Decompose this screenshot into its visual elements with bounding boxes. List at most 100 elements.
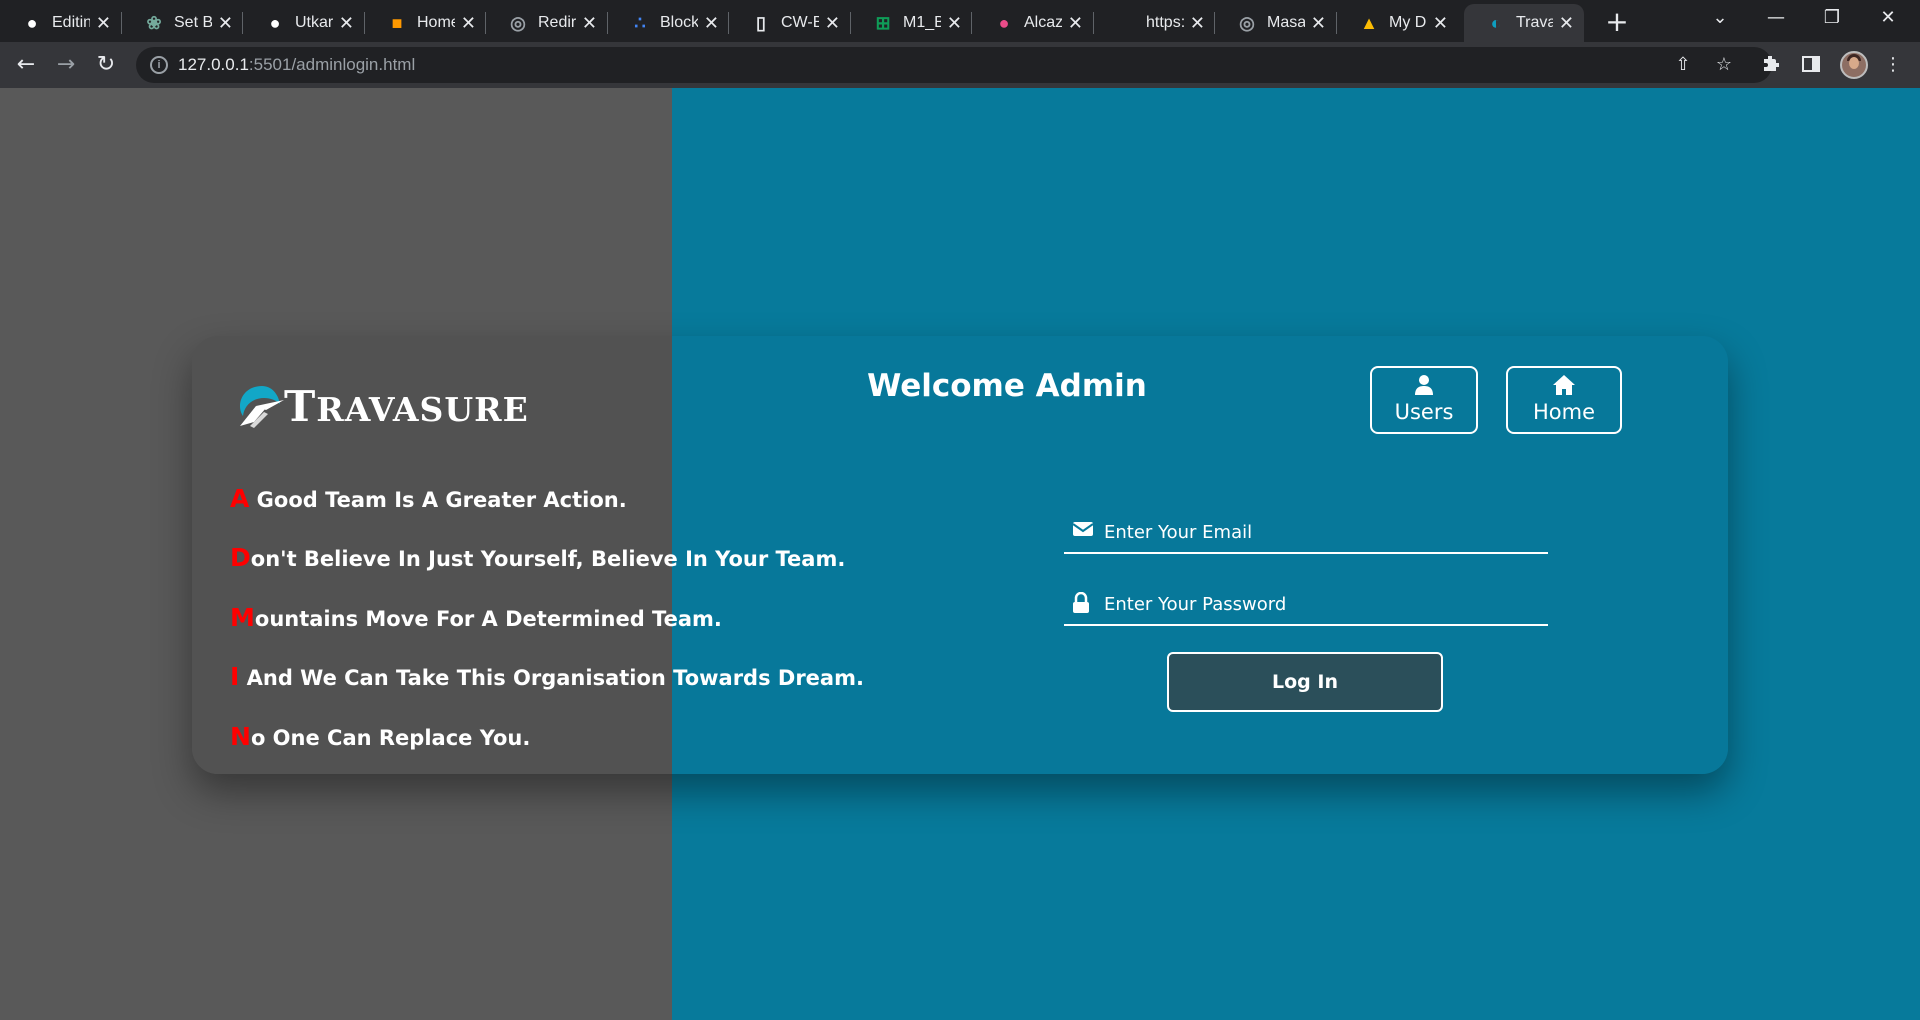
- tab-close-icon[interactable]: ✕: [1184, 13, 1205, 34]
- tab-title: https:: [1146, 14, 1184, 31]
- page-title: Welcome Admin: [867, 368, 1147, 404]
- logo-wordmark: TRAVASURE: [284, 382, 529, 431]
- browser-tab[interactable]: ∴ Block ✕: [608, 4, 729, 42]
- chatgpt-icon: ❀: [146, 12, 162, 33]
- password-field: [1064, 586, 1548, 626]
- tab-close-icon[interactable]: ✕: [455, 13, 476, 34]
- close-window-button[interactable]: ✕: [1862, 0, 1914, 38]
- github-icon: ●: [269, 12, 281, 33]
- globe-icon: ◎: [510, 12, 526, 33]
- bookmark-star-icon[interactable]: ☆: [1713, 55, 1735, 77]
- tab-title: Utkar: [295, 14, 333, 31]
- browser-tab[interactable]: ● Editing✕: [0, 4, 121, 42]
- home-nav-button[interactable]: Home: [1506, 366, 1622, 434]
- tab-close-icon[interactable]: ✕: [333, 13, 354, 34]
- link-icon: ∴: [634, 12, 646, 33]
- users-nav-label: Users: [1394, 400, 1454, 424]
- home-icon: [1508, 374, 1620, 398]
- browser-tab[interactable]: https: ✕: [1094, 4, 1215, 42]
- extensions-icon[interactable]: [1760, 54, 1782, 76]
- browser-tab[interactable]: ▯ CW-B ✕: [729, 4, 850, 42]
- quote-item: No One Can Replace You.: [230, 722, 530, 751]
- envelope-icon: [1072, 520, 1094, 542]
- email-field: [1064, 514, 1548, 554]
- users-nav-button[interactable]: Users: [1370, 366, 1478, 434]
- forward-button[interactable]: →: [50, 49, 82, 81]
- password-input[interactable]: [1104, 588, 1534, 620]
- tab-title: Editing: [52, 14, 90, 31]
- quote-initial: D: [230, 543, 251, 572]
- travasure-logo[interactable]: TRAVASURE: [236, 378, 566, 438]
- restore-button[interactable]: ❐: [1806, 0, 1858, 38]
- browser-tab[interactable]: ◎ Redire✕: [486, 4, 607, 42]
- globe-icon: ◎: [1239, 12, 1255, 33]
- back-button[interactable]: ←: [10, 49, 42, 81]
- reload-button[interactable]: ↻: [90, 49, 122, 81]
- url-text[interactable]: 127.0.0.1:5501/adminlogin.html: [178, 55, 415, 75]
- share-icon[interactable]: ⇧: [1672, 55, 1694, 77]
- browser-menu-icon[interactable]: ⋮: [1882, 54, 1904, 76]
- url-path: :5501/adminlogin.html: [248, 55, 416, 74]
- user-icon: [1372, 374, 1476, 398]
- browser-toolbar: ← → ↻ i 127.0.0.1:5501/adminlogin.html ⇧…: [0, 42, 1920, 88]
- browser-tab[interactable]: ● Alcaza✕: [972, 4, 1093, 42]
- travasure-icon: ◐: [1490, 12, 1502, 33]
- url-host: 127.0.0.1: [178, 55, 249, 74]
- tab-close-icon[interactable]: ✕: [1553, 13, 1574, 34]
- quote-item: Don't Believe In Just Yourself, Believe …: [230, 543, 845, 572]
- browser-tab[interactable]: ❀ Set Ba✕: [122, 4, 243, 42]
- tab-close-icon[interactable]: ✕: [1062, 13, 1083, 34]
- browser-tab[interactable]: ◐ Travas✕: [1464, 4, 1584, 42]
- tab-title: Redire: [538, 14, 576, 31]
- tab-title: Alcaza: [1024, 14, 1062, 31]
- document-icon: ▯: [756, 12, 766, 33]
- email-input[interactable]: [1104, 516, 1534, 548]
- tab-close-icon[interactable]: ✕: [90, 13, 111, 34]
- quote-item: A Good Team Is A Greater Action.: [230, 484, 627, 513]
- tab-close-icon[interactable]: ✕: [576, 13, 597, 34]
- sheets-icon: ⊞: [875, 12, 891, 33]
- quote-initial: A: [230, 484, 250, 513]
- quote-text: ountains Move For A Determined Team.: [254, 607, 722, 631]
- tab-title: Travas: [1516, 14, 1553, 31]
- side-panel-icon[interactable]: [1800, 54, 1822, 76]
- admin-login-card: TRAVASURE Welcome Admin Users Home A Goo…: [192, 336, 1728, 774]
- login-button[interactable]: Log In: [1167, 652, 1443, 712]
- tab-title: My Dr: [1389, 14, 1427, 31]
- browser-tab[interactable]: ▲ My Dr✕: [1337, 4, 1458, 42]
- site-info-icon[interactable]: i: [150, 56, 168, 74]
- quote-text: on't Believe In Just Yourself, Believe I…: [250, 547, 846, 571]
- quote-initial: N: [230, 722, 251, 751]
- browser-tab[interactable]: ⊞ M1_B ✕: [851, 4, 972, 42]
- tab-close-icon[interactable]: ✕: [941, 13, 962, 34]
- tab-search-button[interactable]: ⌄: [1694, 0, 1746, 38]
- quote-item: Mountains Move For A Determined Team.: [230, 603, 722, 632]
- logo-wordmark-initial: T: [284, 382, 317, 431]
- tab-title: Home: [417, 14, 455, 31]
- new-tab-button[interactable]: +: [1600, 6, 1634, 40]
- quote-text: Good Team Is A Greater Action.: [249, 488, 627, 512]
- tab-close-icon[interactable]: ✕: [698, 13, 719, 34]
- drive-icon: ▲: [1360, 12, 1378, 33]
- page-icon: ■: [391, 12, 403, 33]
- address-bar[interactable]: i 127.0.0.1:5501/adminlogin.html ⇧ ☆: [136, 47, 1772, 83]
- tab-title: M1_B: [903, 14, 941, 31]
- home-nav-label: Home: [1532, 400, 1595, 424]
- tab-title: CW-B: [781, 14, 819, 31]
- tab-close-icon[interactable]: ✕: [819, 13, 840, 34]
- browser-tab[interactable]: ■ Home✕: [365, 4, 486, 42]
- profile-avatar[interactable]: [1840, 51, 1868, 79]
- github-icon: ●: [26, 12, 38, 33]
- browser-tab[interactable]: ● Utkar ✕: [243, 4, 364, 42]
- quote-initial: I: [230, 662, 240, 691]
- tab-close-icon[interactable]: ✕: [1305, 13, 1326, 34]
- tab-close-icon[interactable]: ✕: [1427, 13, 1448, 34]
- browser-tab[interactable]: ◎ Masai✕: [1215, 4, 1336, 42]
- tab-title: Masai: [1267, 14, 1305, 31]
- quote-text: And We Can Take This Organisation Toward…: [239, 666, 864, 690]
- page-viewport: TRAVASURE Welcome Admin Users Home A Goo…: [0, 88, 1920, 1020]
- minimize-button[interactable]: —: [1750, 0, 1802, 38]
- tab-close-icon[interactable]: ✕: [212, 13, 233, 34]
- logo-bird-icon: [240, 386, 284, 428]
- tab-title: Block: [660, 14, 698, 31]
